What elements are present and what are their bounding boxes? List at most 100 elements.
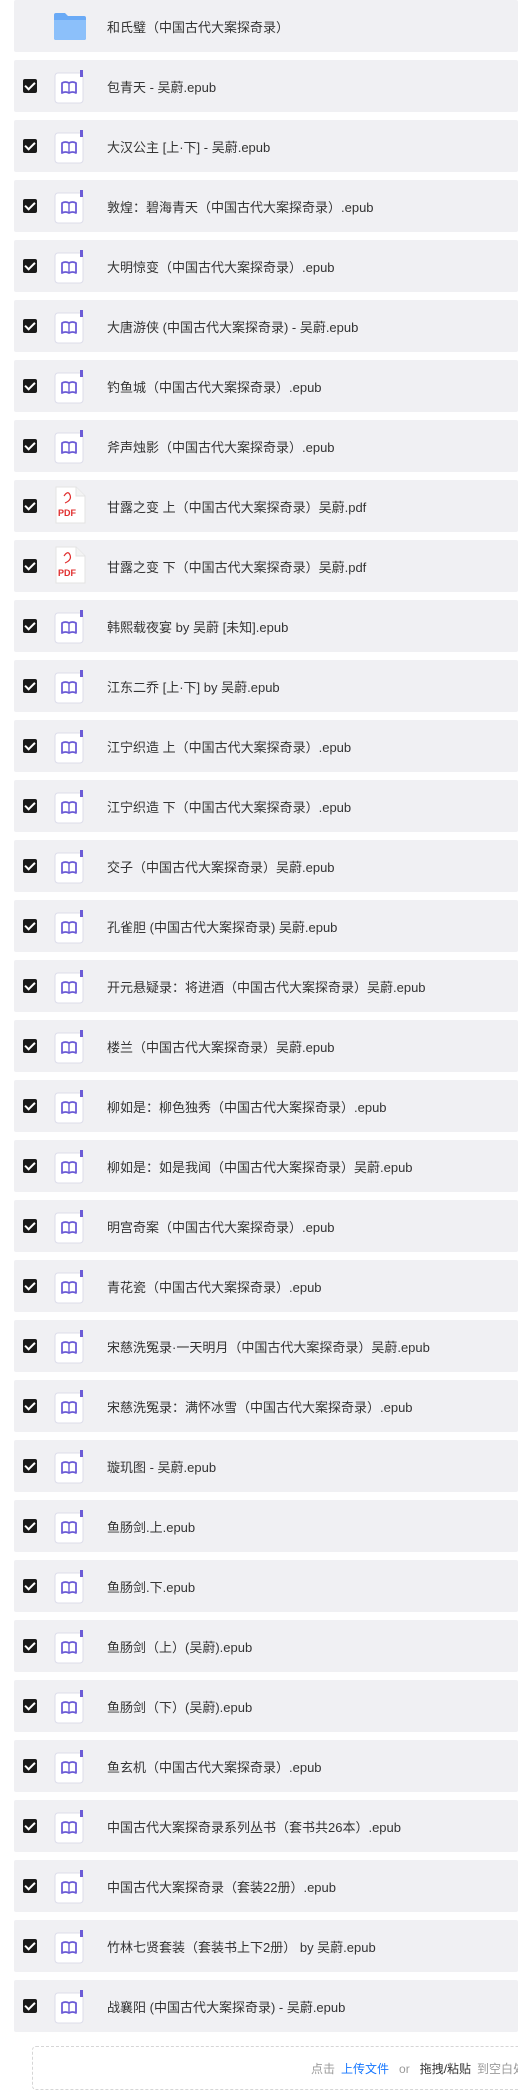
epub-file-icon bbox=[54, 910, 86, 944]
pdf-badge: PDF bbox=[58, 508, 76, 518]
file-list: 和氏璧（中国古代大案探奇录） 包青天 - 吴蔚.epub 大汉公主 [上·下] - … bbox=[14, 0, 518, 2040]
row-checkbox[interactable] bbox=[23, 799, 37, 813]
pdf-file-icon: PDF bbox=[54, 486, 86, 524]
file-row[interactable]: 斧声烛影（中国古代大案探奇录）.epub bbox=[14, 420, 518, 472]
file-row[interactable]: 鱼肠剑.上.epub bbox=[14, 1500, 518, 1552]
row-checkbox[interactable] bbox=[23, 1459, 37, 1473]
file-row[interactable]: 楼兰（中国古代大案探奇录）吴蔚.epub bbox=[14, 1020, 518, 1072]
file-name: 战襄阳 (中国古代大案探奇录) - 吴蔚.epub bbox=[107, 2000, 346, 2015]
file-name: 斧声烛影（中国古代大案探奇录）.epub bbox=[107, 440, 335, 455]
file-row[interactable]: 鱼玄机（中国古代大案探奇录）.epub bbox=[14, 1740, 518, 1792]
file-name: 楼兰（中国古代大案探奇录）吴蔚.epub bbox=[107, 1040, 335, 1055]
row-checkbox[interactable] bbox=[23, 1099, 37, 1113]
row-checkbox[interactable] bbox=[23, 1039, 37, 1053]
file-row[interactable]: 中国古代大案探奇录系列丛书（套书共26本）.epub bbox=[14, 1800, 518, 1852]
file-row[interactable]: 大明惊变（中国古代大案探奇录）.epub bbox=[14, 240, 518, 292]
file-row[interactable]: 鱼肠剑.下.epub bbox=[14, 1560, 518, 1612]
epub-file-icon bbox=[54, 610, 86, 644]
file-name: 韩熙载夜宴 by 吴蔚 [未知].epub bbox=[107, 620, 289, 635]
file-row[interactable]: 柳如是：柳色独秀（中国古代大案探奇录）.epub bbox=[14, 1080, 518, 1132]
epub-file-icon bbox=[54, 790, 86, 824]
file-row[interactable]: 江宁织造 上（中国古代大案探奇录）.epub bbox=[14, 720, 518, 772]
file-name: 甘露之变 下（中国古代大案探奇录）吴蔚.pdf bbox=[107, 560, 367, 575]
file-row[interactable]: 明宫奇案（中国古代大案探奇录）.epub bbox=[14, 1200, 518, 1252]
epub-file-icon bbox=[54, 250, 86, 284]
pdf-file-icon: PDF bbox=[54, 546, 86, 584]
file-row[interactable]: 鱼肠剑（上）(吴蔚).epub bbox=[14, 1620, 518, 1672]
row-checkbox[interactable] bbox=[23, 79, 37, 93]
file-row[interactable]: 竹林七贤套装（套装书上下2册） by 吴蔚.epub bbox=[14, 1920, 518, 1972]
file-row[interactable]: 鱼肠剑（下）(吴蔚).epub bbox=[14, 1680, 518, 1732]
file-row[interactable]: 韩熙载夜宴 by 吴蔚 [未知].epub bbox=[14, 600, 518, 652]
file-name: 宋慈洗冤录：满怀冰雪（中国古代大案探奇录）.epub bbox=[107, 1400, 413, 1415]
file-row[interactable]: 钓鱼城（中国古代大案探奇录）.epub bbox=[14, 360, 518, 412]
file-row[interactable]: 大汉公主 [上·下] - 吴蔚.epub bbox=[14, 120, 518, 172]
row-checkbox[interactable] bbox=[23, 1699, 37, 1713]
epub-file-icon bbox=[54, 1090, 86, 1124]
epub-file-icon bbox=[54, 730, 86, 764]
epub-file-icon bbox=[54, 310, 86, 344]
file-row[interactable]: PDF 甘露之变 上（中国古代大案探奇录）吴蔚.pdf bbox=[14, 480, 518, 532]
row-checkbox[interactable] bbox=[23, 979, 37, 993]
file-row[interactable]: 战襄阳 (中国古代大案探奇录) - 吴蔚.epub bbox=[14, 1980, 518, 2032]
row-checkbox[interactable] bbox=[23, 199, 37, 213]
file-row[interactable]: 敦煌：碧海青天（中国古代大案探奇录）.epub bbox=[14, 180, 518, 232]
row-checkbox[interactable] bbox=[23, 1879, 37, 1893]
file-name: 敦煌：碧海青天（中国古代大案探奇录）.epub bbox=[107, 200, 374, 215]
file-name: 和氏璧（中国古代大案探奇录） bbox=[107, 20, 290, 35]
row-checkbox[interactable] bbox=[23, 859, 37, 873]
row-checkbox[interactable] bbox=[23, 379, 37, 393]
row-checkbox[interactable] bbox=[23, 439, 37, 453]
row-checkbox[interactable] bbox=[23, 319, 37, 333]
upload-file-link[interactable]: 上传文件 bbox=[341, 2062, 389, 2076]
row-checkbox[interactable] bbox=[23, 1759, 37, 1773]
row-checkbox[interactable] bbox=[23, 559, 37, 573]
file-name: 中国古代大案探奇录（套装22册）.epub bbox=[107, 1880, 336, 1895]
row-checkbox[interactable] bbox=[23, 1939, 37, 1953]
row-checkbox[interactable] bbox=[23, 499, 37, 513]
row-checkbox[interactable] bbox=[23, 679, 37, 693]
row-checkbox[interactable] bbox=[23, 1219, 37, 1233]
row-checkbox[interactable] bbox=[23, 739, 37, 753]
epub-file-icon bbox=[54, 70, 86, 104]
row-checkbox[interactable] bbox=[23, 919, 37, 933]
file-row[interactable]: 交子（中国古代大案探奇录）吴蔚.epub bbox=[14, 840, 518, 892]
row-checkbox[interactable] bbox=[23, 1999, 37, 2013]
file-row[interactable]: 璇玑图 - 吴蔚.epub bbox=[14, 1440, 518, 1492]
upload-or: or bbox=[399, 2062, 410, 2076]
file-row[interactable]: 宋慈洗冤录：满怀冰雪（中国古代大案探奇录）.epub bbox=[14, 1380, 518, 1432]
file-row[interactable]: PDF 甘露之变 下（中国古代大案探奇录）吴蔚.pdf bbox=[14, 540, 518, 592]
epub-file-icon bbox=[54, 190, 86, 224]
epub-file-icon bbox=[54, 670, 86, 704]
file-row[interactable]: 开元悬疑录：将进酒（中国古代大案探奇录）吴蔚.epub bbox=[14, 960, 518, 1012]
row-checkbox[interactable] bbox=[23, 1819, 37, 1833]
row-checkbox[interactable] bbox=[23, 139, 37, 153]
file-name: 开元悬疑录：将进酒（中国古代大案探奇录）吴蔚.epub bbox=[107, 980, 426, 995]
file-row[interactable]: 青花瓷（中国古代大案探奇录）.epub bbox=[14, 1260, 518, 1312]
row-checkbox[interactable] bbox=[23, 1579, 37, 1593]
file-row[interactable]: 孔雀胆 (中国古代大案探奇录) 吴蔚.epub bbox=[14, 900, 518, 952]
row-checkbox[interactable] bbox=[23, 1519, 37, 1533]
file-row[interactable]: 柳如是：如是我闻（中国古代大案探奇录）吴蔚.epub bbox=[14, 1140, 518, 1192]
row-checkbox[interactable] bbox=[23, 1339, 37, 1353]
epub-file-icon bbox=[54, 370, 86, 404]
row-checkbox[interactable] bbox=[23, 1639, 37, 1653]
row-checkbox[interactable] bbox=[23, 259, 37, 273]
epub-file-icon bbox=[54, 1030, 86, 1064]
row-checkbox[interactable] bbox=[23, 1279, 37, 1293]
file-name: 交子（中国古代大案探奇录）吴蔚.epub bbox=[107, 860, 335, 875]
file-row[interactable]: 和氏璧（中国古代大案探奇录） bbox=[14, 0, 518, 52]
file-name: 大唐游侠 (中国古代大案探奇录) - 吴蔚.epub bbox=[107, 320, 359, 335]
upload-drop-zone[interactable]: 点击上传文件 or 拖拽/粘贴到空白处 bbox=[32, 2046, 518, 2090]
file-row[interactable]: 江宁织造 下（中国古代大案探奇录）.epub bbox=[14, 780, 518, 832]
file-row[interactable]: 大唐游侠 (中国古代大案探奇录) - 吴蔚.epub bbox=[14, 300, 518, 352]
row-checkbox[interactable] bbox=[23, 1159, 37, 1173]
file-row[interactable]: 包青天 - 吴蔚.epub bbox=[14, 60, 518, 112]
row-checkbox[interactable] bbox=[23, 619, 37, 633]
file-row[interactable]: 宋慈洗冤录·一天明月（中国古代大案探奇录）吴蔚.epub bbox=[14, 1320, 518, 1372]
file-name: 大汉公主 [上·下] - 吴蔚.epub bbox=[107, 140, 271, 155]
file-row[interactable]: 中国古代大案探奇录（套装22册）.epub bbox=[14, 1860, 518, 1912]
file-name: 鱼肠剑.上.epub bbox=[107, 1520, 196, 1535]
file-row[interactable]: 江东二乔 [上·下] by 吴蔚.epub bbox=[14, 660, 518, 712]
row-checkbox[interactable] bbox=[23, 1399, 37, 1413]
